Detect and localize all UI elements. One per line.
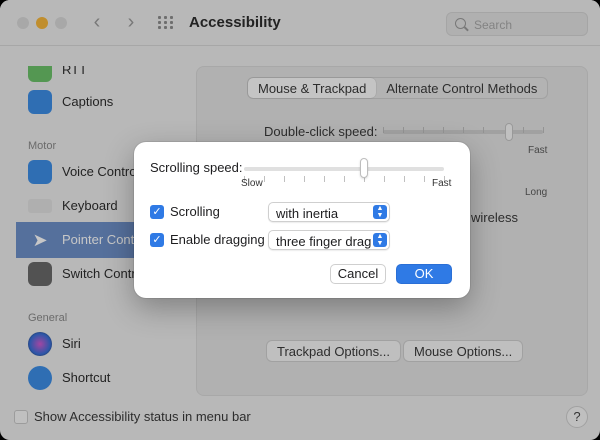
enable-dragging-label: Enable dragging bbox=[170, 232, 265, 247]
slider-tick bbox=[304, 176, 305, 182]
slider-tick bbox=[344, 176, 345, 182]
ok-button[interactable]: OK bbox=[396, 264, 452, 284]
dragging-popup-value: three finger drag bbox=[276, 234, 372, 249]
scrolling-speed-label: Scrolling speed: bbox=[150, 160, 243, 175]
scrolling-checkbox[interactable]: ✓ bbox=[150, 205, 164, 219]
trackpad-options-dialog: Scrolling speed: Slow Fast ✓ Scrolling w… bbox=[134, 142, 470, 298]
slow-label: Slow bbox=[241, 178, 263, 189]
scrolling-popup[interactable]: with inertia ▲ ▼ bbox=[268, 202, 390, 222]
dragging-popup[interactable]: three finger drag ▲ ▼ bbox=[268, 230, 390, 250]
fast-label: Fast bbox=[432, 178, 452, 189]
popup-arrows-icon: ▲ ▼ bbox=[373, 205, 387, 219]
enable-dragging-checkbox[interactable]: ✓ bbox=[150, 233, 164, 247]
scrolling-label: Scrolling bbox=[170, 204, 220, 219]
scrolling-popup-value: with inertia bbox=[276, 206, 339, 221]
preferences-window: ‹ › Accessibility Search RTT Captions Mo… bbox=[0, 0, 600, 440]
scrolling-speed-slider[interactable] bbox=[244, 167, 444, 171]
slider-tick bbox=[384, 176, 385, 182]
slider-tick bbox=[284, 176, 285, 182]
slider-tick bbox=[264, 176, 265, 182]
slider-tick bbox=[424, 176, 425, 182]
cancel-button[interactable]: Cancel bbox=[330, 264, 386, 284]
scrolling-speed-knob[interactable] bbox=[360, 158, 368, 178]
popup-arrows-icon: ▲ ▼ bbox=[373, 233, 387, 247]
slider-tick bbox=[404, 176, 405, 182]
slider-tick bbox=[324, 176, 325, 182]
